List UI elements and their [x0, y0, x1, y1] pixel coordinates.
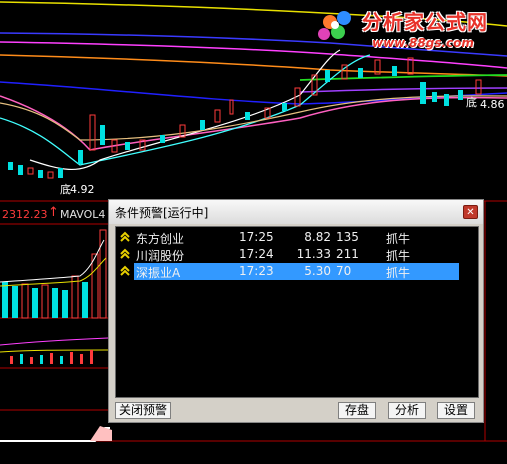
- up-chevron-icon: [120, 265, 130, 276]
- watermark-url: www.88gs.com: [372, 36, 474, 50]
- close-button[interactable]: ✕: [463, 205, 478, 219]
- alert-signal: 抓牛: [386, 266, 411, 280]
- alert-list[interactable]: 东方创业 17:25 8.82 135 抓牛 川润股份 17:24 11.33 …: [115, 226, 479, 398]
- low-value-left: 4.92: [70, 183, 95, 196]
- up-arrow-icon: ↑: [48, 205, 59, 220]
- alert-time: 17:25: [239, 230, 274, 244]
- low-value-right: 4.86: [480, 98, 505, 111]
- list-item-selected[interactable]: 深振业A 17:23 5.30 70 抓牛: [116, 263, 478, 280]
- alert-price: 8.82: [304, 230, 331, 244]
- alert-time: 17:23: [239, 264, 274, 278]
- alert-time: 17:24: [239, 247, 274, 261]
- stock-name: 东方创业: [136, 232, 185, 246]
- alert-price: 11.33: [296, 247, 331, 261]
- ma-line-orange: [0, 54, 507, 77]
- ma-line-navy: [0, 81, 507, 105]
- alert-price: 5.30: [304, 264, 331, 278]
- alert-volume: 70: [336, 264, 352, 278]
- close-icon: ✕: [466, 207, 475, 218]
- index-readout: 2312.23: [2, 208, 48, 221]
- logo-flower-icon: [318, 11, 351, 40]
- close-alert-button[interactable]: 关闭预警: [115, 402, 171, 419]
- alert-signal: 抓牛: [386, 232, 411, 246]
- alert-volume: 211: [336, 247, 359, 261]
- watermark-title: 分析家公式网: [362, 10, 488, 34]
- low-marker-right: 底: [466, 96, 477, 109]
- alert-dialog: 条件预警[运行中] ✕ 东方创业 17:25 8.82 135 抓牛 川润股份 …: [108, 199, 484, 423]
- dialog-title: 条件预警[运行中]: [115, 206, 209, 220]
- up-chevron-icon: [120, 248, 130, 259]
- list-item[interactable]: 川润股份 17:24 11.33 211 抓牛: [116, 246, 478, 263]
- list-item[interactable]: 东方创业 17:25 8.82 135 抓牛: [116, 229, 478, 246]
- alert-volume: 135: [336, 230, 359, 244]
- ma-line-cyan: [0, 54, 371, 166]
- macd-bars: [10, 350, 93, 364]
- stock-name: 川润股份: [136, 249, 185, 263]
- save-button[interactable]: 存盘: [338, 402, 376, 419]
- stock-name: 深振业A: [136, 266, 181, 280]
- settings-button[interactable]: 设置: [437, 402, 475, 419]
- alert-signal: 抓牛: [386, 249, 411, 263]
- up-chevron-icon: [120, 231, 130, 242]
- analyze-button[interactable]: 分析: [388, 402, 426, 419]
- ma-line-tan: [0, 95, 507, 141]
- volume-indicator-label: MAVOL4: [60, 208, 106, 221]
- dialog-titlebar[interactable]: 条件预警[运行中] ✕: [109, 200, 483, 224]
